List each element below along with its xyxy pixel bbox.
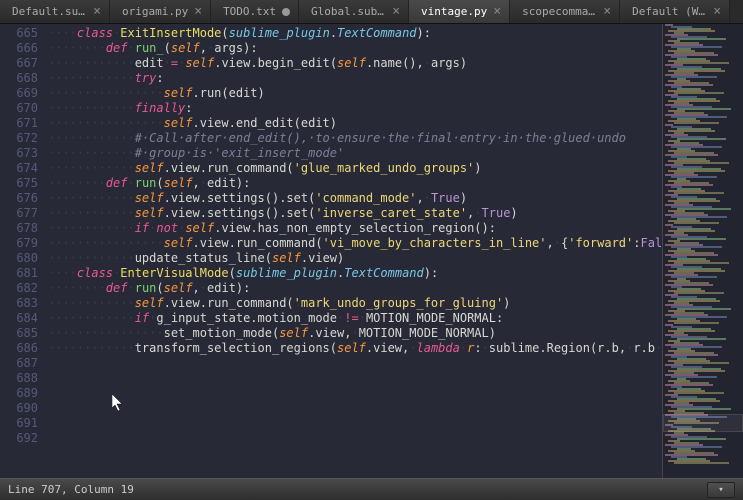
- tab-1[interactable]: origami.py ×: [110, 0, 211, 23]
- code-line[interactable]: ············finally:: [48, 101, 662, 116]
- minimap-line: [674, 462, 729, 464]
- tab-label: TODO.txt: [223, 5, 276, 18]
- code-line[interactable]: ················set_motion_mode(self.vie…: [48, 326, 662, 341]
- line-number: 676: [6, 191, 38, 206]
- line-number: 669: [6, 86, 38, 101]
- line-number: 681: [6, 266, 38, 281]
- code-line[interactable]: ················self.view.end_edit(edit): [48, 116, 662, 131]
- code-line[interactable]: ············edit·=·self.view.begin_edit(…: [48, 56, 662, 71]
- dirty-indicator-icon: [282, 8, 290, 16]
- line-number: 673: [6, 146, 38, 161]
- status-position: Line 707, Column 19: [8, 483, 134, 496]
- minimap-line: [677, 438, 726, 440]
- line-number: 672: [6, 131, 38, 146]
- close-icon[interactable]: ×: [493, 5, 501, 18]
- tab-label: Default (Wind: [632, 5, 707, 18]
- line-number: 675: [6, 176, 38, 191]
- minimap-line: [677, 138, 726, 140]
- code-line[interactable]: ················self.run(edit): [48, 86, 662, 101]
- minimap-line: [677, 408, 731, 410]
- line-number: 683: [6, 296, 38, 311]
- tab-0[interactable]: Default.sublim ×: [0, 0, 110, 23]
- line-number: 679: [6, 236, 38, 251]
- close-icon[interactable]: ×: [93, 5, 101, 18]
- code-area[interactable]: ····class·ExitInsertMode(sublime_plugin.…: [48, 24, 663, 478]
- code-line[interactable]: ············update_status_line(self.view…: [48, 251, 662, 266]
- tab-label: Global.sublim: [311, 5, 386, 18]
- line-number: 667: [6, 56, 38, 71]
- minimap-line: [677, 308, 731, 310]
- code-line[interactable]: ············try:: [48, 71, 662, 86]
- close-icon[interactable]: ×: [603, 5, 611, 18]
- line-gutter: 6656666676686696706716726736746756766776…: [0, 24, 48, 478]
- code-line[interactable]: ············self.view.settings().set('co…: [48, 191, 662, 206]
- code-line[interactable]: ········def·run_(self,·args):: [48, 41, 662, 56]
- minimap-line: [674, 192, 724, 194]
- close-icon[interactable]: ×: [194, 5, 202, 18]
- minimap-line: [674, 222, 719, 224]
- tab-bar: Default.sublim × origami.py × TODO.txt Global…: [0, 0, 743, 24]
- editor-window: Default.sublim × origami.py × TODO.txt Global…: [0, 0, 743, 500]
- minimap[interactable]: [663, 24, 743, 478]
- line-number: 685: [6, 326, 38, 341]
- minimap-line: [674, 322, 719, 324]
- status-menu-button[interactable]: ▾: [707, 482, 735, 498]
- line-number: 686: [6, 341, 38, 356]
- minimap-line: [674, 122, 719, 124]
- line-number: 691: [6, 416, 38, 431]
- tab-4[interactable]: vintage.py ×: [409, 0, 510, 23]
- line-number: 666: [6, 41, 38, 56]
- line-number: 670: [6, 101, 38, 116]
- minimap-line: [677, 238, 726, 240]
- close-icon[interactable]: ×: [713, 5, 721, 18]
- minimap-line: [677, 38, 726, 40]
- minimap-line: [674, 92, 724, 94]
- tab-2[interactable]: TODO.txt: [211, 0, 299, 23]
- minimap-line: [674, 292, 724, 294]
- code-line[interactable]: ············if·not·self.view.has_non_emp…: [48, 221, 662, 236]
- code-line[interactable]: ····class·ExitInsertMode(sublime_plugin.…: [48, 26, 662, 41]
- code-line[interactable]: ············self.view.run_command('glue_…: [48, 161, 662, 176]
- minimap-line: [677, 208, 731, 210]
- line-number: 671: [6, 116, 38, 131]
- line-number: 682: [6, 281, 38, 296]
- code-line[interactable]: ············self.view.settings().set('in…: [48, 206, 662, 221]
- tab-label: scopecommand: [522, 5, 597, 18]
- line-number: 677: [6, 206, 38, 221]
- code-line[interactable]: ············if·g_input_state.motion_mode…: [48, 311, 662, 326]
- line-number: 687: [6, 356, 38, 371]
- code-line[interactable]: ············#·group·is·'exit_insert_mode…: [48, 146, 662, 161]
- editor-area: 6656666676686696706716726736746756766776…: [0, 24, 743, 478]
- tab-label: vintage.py: [421, 5, 487, 18]
- code-line[interactable]: ········def·run(self,·edit):: [48, 176, 662, 191]
- line-number: 684: [6, 311, 38, 326]
- line-number: 688: [6, 371, 38, 386]
- code-line[interactable]: ····class·EnterVisualMode(sublime_plugin…: [48, 266, 662, 281]
- code-line[interactable]: ············#·Call·after·end_edit(),·to·…: [48, 131, 662, 146]
- close-icon[interactable]: ×: [392, 5, 400, 18]
- line-number: 665: [6, 26, 38, 41]
- code-line[interactable]: ················self.view.run_command('v…: [48, 236, 662, 251]
- minimap-line: [677, 338, 726, 340]
- status-bar: Line 707, Column 19 ▾: [0, 478, 743, 500]
- code-line[interactable]: ············self.view.run_command('mark_…: [48, 296, 662, 311]
- line-number: 678: [6, 221, 38, 236]
- tab-label: origami.py: [122, 5, 188, 18]
- code-line[interactable]: ············transform_selection_regions(…: [48, 341, 662, 356]
- minimap-line: [674, 392, 724, 394]
- tab-6[interactable]: Default (Wind ×: [620, 0, 730, 23]
- line-number: 689: [6, 386, 38, 401]
- line-number: 674: [6, 161, 38, 176]
- line-number: 692: [6, 431, 38, 446]
- minimap-viewport[interactable]: [663, 414, 743, 432]
- tab-5[interactable]: scopecommand ×: [510, 0, 620, 23]
- line-number: 668: [6, 71, 38, 86]
- tab-label: Default.sublim: [12, 5, 87, 18]
- code-line[interactable]: ········def·run(self,·edit):: [48, 281, 662, 296]
- line-number: 680: [6, 251, 38, 266]
- minimap-line: [677, 108, 731, 110]
- line-number: 690: [6, 401, 38, 416]
- tab-3[interactable]: Global.sublim ×: [299, 0, 409, 23]
